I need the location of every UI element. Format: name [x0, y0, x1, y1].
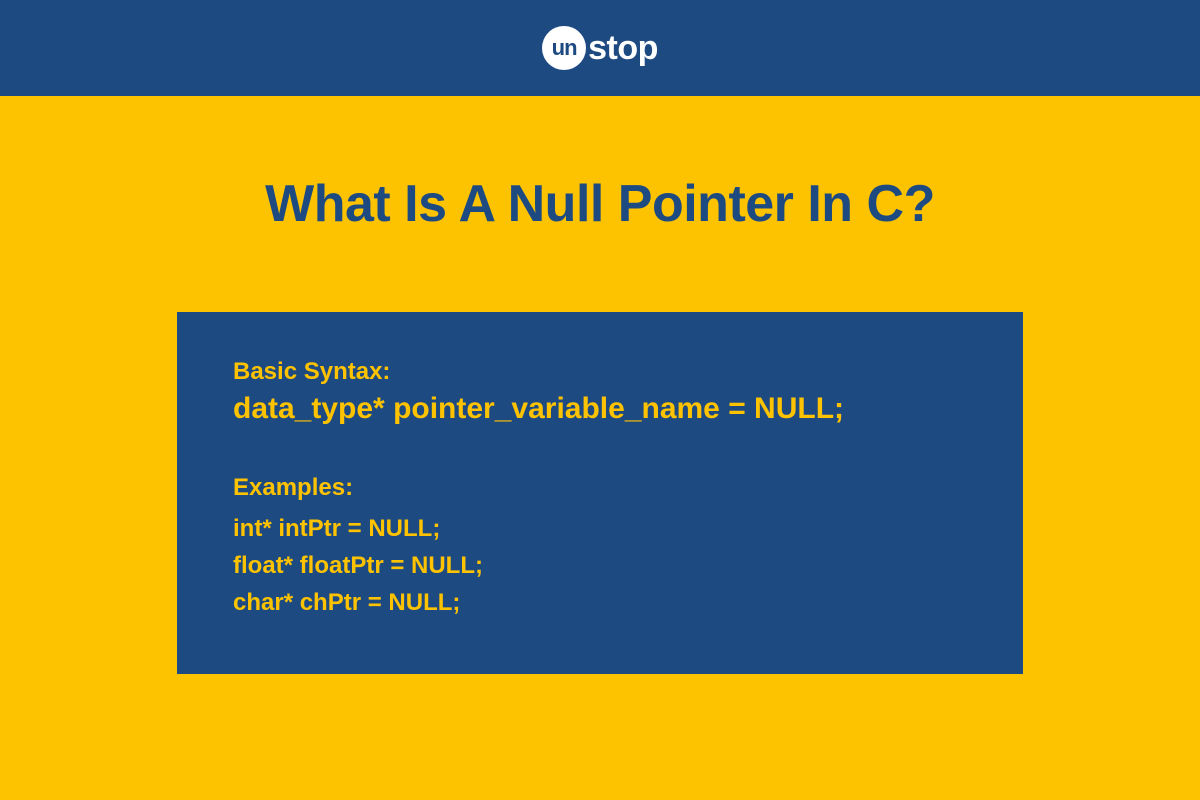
example-line: char* chPtr = NULL;	[233, 584, 967, 621]
logo-rest-text: stop	[588, 29, 658, 68]
content-area: What Is A Null Pointer In C? Basic Synta…	[0, 96, 1200, 800]
syntax-line: data_type* pointer_variable_name = NULL;	[233, 392, 967, 426]
code-box: Basic Syntax: data_type* pointer_variabl…	[177, 312, 1023, 674]
examples-label: Examples:	[233, 474, 967, 502]
logo-circle: un	[542, 26, 586, 70]
syntax-label: Basic Syntax:	[233, 358, 967, 386]
header-bar: un stop	[0, 0, 1200, 96]
page-title: What Is A Null Pointer In C?	[265, 174, 935, 234]
example-line: int* intPtr = NULL;	[233, 510, 967, 547]
example-line: float* floatPtr = NULL;	[233, 547, 967, 584]
brand-logo: un stop	[542, 26, 658, 70]
logo-circle-text: un	[552, 35, 577, 61]
